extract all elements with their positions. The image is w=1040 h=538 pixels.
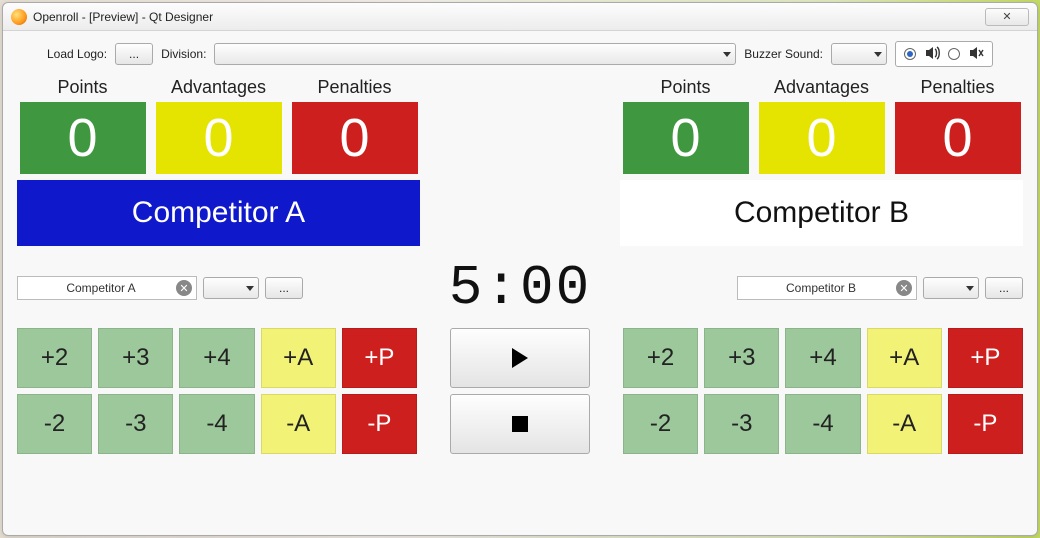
competitor-b-input[interactable]: Competitor B ✕ xyxy=(737,276,917,300)
app-window: Openroll - [Preview] - Qt Designer ✕ Loa… xyxy=(2,2,1038,536)
points-header: Points xyxy=(20,77,146,98)
top-toolbar: Load Logo: ... Division: Buzzer Sound: xyxy=(47,41,993,67)
minus-p-a-button[interactable]: -P xyxy=(342,394,417,454)
competitor-b-name-bar: Competitor B xyxy=(620,180,1023,246)
competitor-b-buttons: +2 +3 +4 +A +P -2 -3 -4 -A -P xyxy=(623,328,1023,454)
score-values-b: 0 0 0 xyxy=(620,102,1023,174)
plus-3-a-button[interactable]: +3 xyxy=(98,328,173,388)
flag-combo-a[interactable] xyxy=(203,277,259,299)
button-grids-row: +2 +3 +4 +A +P -2 -3 -4 -A -P +2 +3 +4 +… xyxy=(17,328,1023,454)
competitor-b-controls: Competitor B ✕ ... xyxy=(737,276,1023,300)
play-button[interactable] xyxy=(450,328,590,388)
close-icon: ✕ xyxy=(1002,10,1011,23)
plus-3-b-button[interactable]: +3 xyxy=(704,328,779,388)
browse-flag-a-button[interactable]: ... xyxy=(265,277,303,299)
points-a: 0 xyxy=(20,102,146,174)
buzzer-sound-label: Buzzer Sound: xyxy=(744,47,823,61)
plus-p-a-button[interactable]: +P xyxy=(342,328,417,388)
penalties-header: Penalties xyxy=(895,77,1021,98)
titlebar: Openroll - [Preview] - Qt Designer ✕ xyxy=(3,3,1037,31)
speaker-on-icon xyxy=(924,46,940,63)
advantages-b: 0 xyxy=(759,102,885,174)
score-panels: Points Advantages Penalties 0 0 0 Compet… xyxy=(17,77,1023,246)
advantages-header: Advantages xyxy=(156,77,282,98)
competitor-b-input-text: Competitor B xyxy=(746,281,896,295)
load-logo-button[interactable]: ... xyxy=(115,43,153,65)
mid-controls: Competitor A ✕ ... 5:00 Competitor B ✕ .… xyxy=(17,256,1023,320)
minus-4-a-button[interactable]: -4 xyxy=(179,394,254,454)
minus-3-b-button[interactable]: -3 xyxy=(704,394,779,454)
speaker-off-icon xyxy=(968,46,984,63)
competitor-a-buttons: +2 +3 +4 +A +P -2 -3 -4 -A -P xyxy=(17,328,417,454)
penalties-header: Penalties xyxy=(292,77,418,98)
competitor-a-controls: Competitor A ✕ ... xyxy=(17,276,303,300)
minus-a-b-button[interactable]: -A xyxy=(867,394,942,454)
points-header: Points xyxy=(623,77,749,98)
competitor-a-input-text: Competitor A xyxy=(26,281,176,295)
minus-2-b-button[interactable]: -2 xyxy=(623,394,698,454)
minus-a-a-button[interactable]: -A xyxy=(261,394,336,454)
close-button[interactable]: ✕ xyxy=(985,8,1029,26)
load-logo-label: Load Logo: xyxy=(47,47,107,61)
app-icon xyxy=(11,9,27,25)
plus-2-b-button[interactable]: +2 xyxy=(623,328,698,388)
buzzer-sound-combo[interactable] xyxy=(831,43,887,65)
chevron-down-icon xyxy=(723,52,731,57)
minus-3-a-button[interactable]: -3 xyxy=(98,394,173,454)
competitor-b-panel: Points Advantages Penalties 0 0 0 Compet… xyxy=(620,77,1023,246)
chevron-down-icon xyxy=(966,286,974,291)
score-headers-b: Points Advantages Penalties xyxy=(620,77,1023,102)
plus-a-b-button[interactable]: +A xyxy=(867,328,942,388)
center-controls xyxy=(417,328,623,454)
competitor-a-panel: Points Advantages Penalties 0 0 0 Compet… xyxy=(17,77,420,246)
sound-radio-group xyxy=(895,41,993,67)
chevron-down-icon xyxy=(246,286,254,291)
chevron-down-icon xyxy=(874,52,882,57)
clear-input-a-icon[interactable]: ✕ xyxy=(176,280,192,296)
penalties-a: 0 xyxy=(292,102,418,174)
division-label: Division: xyxy=(161,47,206,61)
flag-combo-b[interactable] xyxy=(923,277,979,299)
penalties-b: 0 xyxy=(895,102,1021,174)
competitor-a-input[interactable]: Competitor A ✕ xyxy=(17,276,197,300)
timer-display: 5:00 xyxy=(303,256,737,320)
stop-button[interactable] xyxy=(450,394,590,454)
plus-p-b-button[interactable]: +P xyxy=(948,328,1023,388)
score-values-a: 0 0 0 xyxy=(17,102,420,174)
clear-input-b-icon[interactable]: ✕ xyxy=(896,280,912,296)
window-title: Openroll - [Preview] - Qt Designer xyxy=(33,10,213,24)
content-area: Load Logo: ... Division: Buzzer Sound: P… xyxy=(3,31,1037,462)
division-combo[interactable] xyxy=(214,43,736,65)
stop-icon xyxy=(512,416,528,432)
competitor-a-name-bar: Competitor A xyxy=(17,180,420,246)
sound-on-radio[interactable] xyxy=(904,48,916,60)
plus-4-a-button[interactable]: +4 xyxy=(179,328,254,388)
advantages-header: Advantages xyxy=(759,77,885,98)
browse-flag-b-button[interactable]: ... xyxy=(985,277,1023,299)
advantages-a: 0 xyxy=(156,102,282,174)
plus-a-a-button[interactable]: +A xyxy=(261,328,336,388)
sound-off-radio[interactable] xyxy=(948,48,960,60)
minus-2-a-button[interactable]: -2 xyxy=(17,394,92,454)
plus-2-a-button[interactable]: +2 xyxy=(17,328,92,388)
play-icon xyxy=(512,348,528,368)
minus-4-b-button[interactable]: -4 xyxy=(785,394,860,454)
minus-p-b-button[interactable]: -P xyxy=(948,394,1023,454)
plus-4-b-button[interactable]: +4 xyxy=(785,328,860,388)
score-headers-a: Points Advantages Penalties xyxy=(17,77,420,102)
points-b: 0 xyxy=(623,102,749,174)
